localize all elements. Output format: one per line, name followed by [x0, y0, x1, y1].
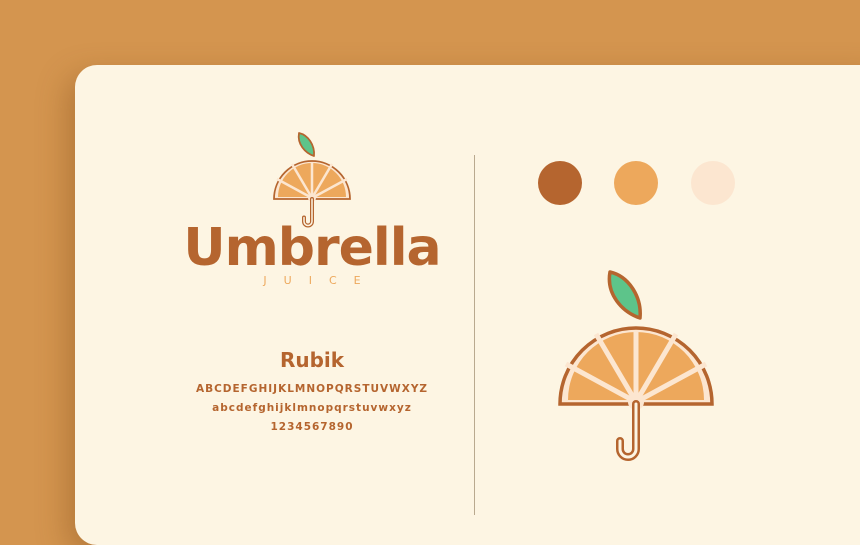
color-swatch-cream [691, 161, 735, 205]
color-swatch-orange [614, 161, 658, 205]
brand-name: Umbrella [183, 218, 441, 278]
color-swatch-dark-brown [538, 161, 582, 205]
brand-card [75, 65, 860, 545]
font-name: Rubik [279, 348, 345, 372]
umbrella-orange-logo-icon [272, 131, 352, 228]
font-sample-lowercase: abcdefghijklmnopqrstuvwxyz [212, 402, 412, 414]
font-sample-uppercase: ABCDEFGHIJKLMNOPQRSTUVWXYZ [195, 383, 429, 395]
umbrella-orange-large-icon [636, 404, 637, 405]
divider [474, 155, 475, 515]
brand-tagline: JUICE [263, 274, 378, 287]
font-sample-digits: 1234567890 [270, 421, 354, 433]
